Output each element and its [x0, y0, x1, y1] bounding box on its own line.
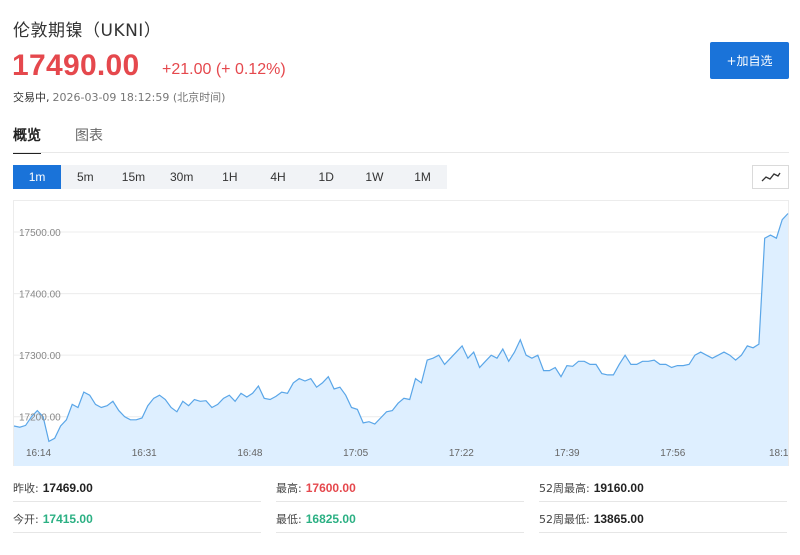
x-tick-label: 17:05 — [343, 448, 368, 459]
period-1w[interactable]: 1W — [350, 165, 398, 189]
trade-status: 交易中, 2026-03-09 18:12:59 (北京时间) — [13, 89, 225, 105]
stat-label: 52周最高: — [539, 481, 590, 495]
period-5m[interactable]: 5m — [61, 165, 109, 189]
stat-label: 昨收: — [13, 481, 39, 495]
period-1d[interactable]: 1D — [302, 165, 350, 189]
y-tick-label: 17500.00 — [19, 228, 61, 239]
x-tick-label: 16:31 — [132, 448, 157, 459]
x-tick-label: 18:1 — [769, 448, 789, 459]
stat-label: 52周最低: — [539, 512, 590, 526]
period-4h[interactable]: 4H — [254, 165, 302, 189]
period-15m[interactable]: 15m — [109, 165, 157, 189]
price-change: +21.00 (+ 0.12%) — [162, 61, 286, 78]
x-tick-label: 16:48 — [237, 448, 262, 459]
stat-value: 17469.00 — [42, 480, 93, 495]
stat-value: 16825.00 — [305, 511, 356, 526]
stat-prev-close: 昨收: 17469.00 — [13, 474, 261, 502]
line-chart-icon — [761, 172, 781, 182]
quote-timestamp: 2026-03-09 18:12:59 (北京时间) — [52, 91, 226, 104]
stat-value: 17415.00 — [42, 511, 93, 526]
x-tick-label: 17:56 — [660, 448, 685, 459]
chart-type-button[interactable] — [752, 165, 789, 189]
stat-label: 最低: — [276, 512, 302, 526]
x-tick-label: 17:39 — [555, 448, 580, 459]
tab-divider — [13, 152, 789, 153]
price-chart[interactable]: 17500.00 17400.00 17300.00 17200.00 16:14 16… — [13, 200, 789, 466]
stat-52w-high: 52周最高: 19160.00 — [539, 474, 787, 502]
tab-chart[interactable]: 图表 — [75, 125, 103, 154]
period-1mo[interactable]: 1M — [399, 165, 447, 189]
stat-value: 13865.00 — [593, 511, 644, 526]
y-tick-label: 17300.00 — [19, 351, 61, 362]
y-tick-label: 17400.00 — [19, 290, 61, 301]
stat-value: 19160.00 — [593, 480, 644, 495]
x-tick-label: 16:14 — [26, 448, 51, 459]
stat-high: 最高: 17600.00 — [276, 474, 524, 502]
stat-open: 今开: 17415.00 — [13, 505, 261, 533]
period-selector: 1m 5m 15m 30m 1H 4H 1D 1W 1M — [13, 165, 447, 189]
last-price: 17490.00 — [12, 49, 140, 82]
y-tick-label: 17200.00 — [19, 413, 61, 424]
trading-state: 交易中, — [13, 91, 50, 104]
stat-label: 最高: — [276, 481, 302, 495]
stat-low: 最低: 16825.00 — [276, 505, 524, 533]
tab-bar: 概览 图表 — [13, 125, 137, 154]
price-area — [14, 213, 788, 466]
stat-label: 今开: — [13, 512, 39, 526]
stat-value: 17600.00 — [305, 480, 356, 495]
page-title: 伦敦期镍（UKNI） — [13, 21, 162, 41]
period-30m[interactable]: 30m — [158, 165, 206, 189]
add-to-watchlist-button[interactable]: +加自选 — [710, 42, 789, 79]
stat-52w-low: 52周最低: 13865.00 — [539, 505, 787, 533]
period-1h[interactable]: 1H — [206, 165, 254, 189]
x-tick-label: 17:22 — [449, 448, 474, 459]
period-1m[interactable]: 1m — [13, 165, 62, 189]
tab-overview[interactable]: 概览 — [13, 125, 41, 154]
